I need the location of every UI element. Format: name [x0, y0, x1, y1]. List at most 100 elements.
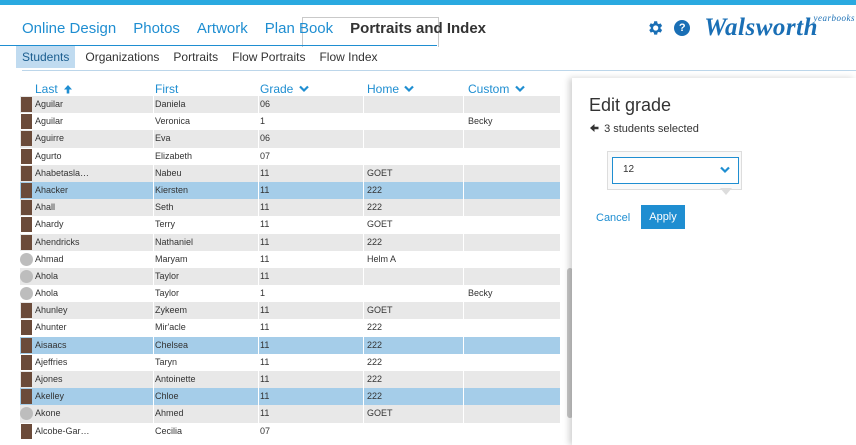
column-divider	[363, 216, 364, 234]
subtab-students[interactable]: Students	[16, 46, 76, 68]
tab-portraits-and-index[interactable]: Portraits and Index	[350, 19, 486, 39]
tab-artwork[interactable]: Artwork	[197, 19, 248, 39]
col-header-first[interactable]: First	[155, 82, 178, 96]
column-divider	[153, 353, 154, 371]
back-link[interactable]: 3 students selected	[589, 123, 699, 135]
table-row[interactable]: Ajeffries Taryn 11 222	[20, 353, 560, 371]
table-row[interactable]: Ahola Taylor 11	[20, 267, 560, 286]
table-row[interactable]: Ahacker Kiersten 11 222	[20, 181, 560, 200]
column-divider	[258, 130, 259, 148]
cell-grade: 07	[260, 425, 271, 436]
subtab-flow-portraits[interactable]: Flow Portraits	[232, 46, 305, 68]
cell-first: Terry	[155, 219, 175, 230]
column-divider	[153, 319, 154, 337]
table-row[interactable]: Ahendricks Nathaniel 11 222	[20, 233, 560, 251]
cell-first: Nabeu	[155, 167, 182, 178]
table-row[interactable]: Ajones Antoinette 11 222	[20, 371, 560, 389]
table-row[interactable]: Aguilar Veronica 1 Becky	[20, 113, 560, 131]
column-divider	[258, 388, 259, 406]
column-divider	[363, 405, 364, 423]
column-divider	[463, 199, 464, 217]
table-row[interactable]: Aguirre Eva 06	[20, 130, 560, 148]
logo-text: Walsworth	[704, 14, 818, 41]
col-header-custom[interactable]: Custom	[468, 82, 525, 96]
col-header-grade-label: Grade	[260, 82, 294, 96]
cell-home: GOET	[367, 219, 393, 230]
cell-grade: 11	[260, 322, 270, 333]
column-divider	[258, 267, 259, 286]
table-row[interactable]: Ahabetasla… Nabeu 11 GOET	[20, 164, 560, 182]
column-divider	[363, 422, 364, 440]
cell-first: Antoinette	[155, 374, 196, 384]
column-divider	[153, 113, 154, 131]
student-photo	[21, 182, 32, 198]
column-divider	[258, 302, 259, 320]
col-header-last[interactable]: Last	[35, 82, 73, 96]
column-divider	[258, 113, 259, 131]
cancel-button[interactable]: Cancel	[596, 212, 630, 224]
tab-online-design[interactable]: Online Design	[22, 19, 116, 39]
student-photo	[21, 303, 32, 319]
cell-first: Taryn	[155, 356, 178, 367]
help-icon[interactable]: ?	[674, 20, 691, 36]
column-divider	[258, 181, 259, 200]
table-row[interactable]: Ahunter Mir'acle 11 222	[20, 319, 560, 337]
col-header-grade[interactable]: Grade	[260, 82, 309, 96]
main-nav: Online Design Photos Artwork Plan Book P…	[0, 5, 856, 47]
placeholder-avatar-icon	[20, 269, 33, 283]
column-divider	[463, 388, 464, 406]
chevron-down-icon	[298, 85, 309, 93]
grade-dropdown[interactable]: 12	[612, 157, 739, 184]
column-divider	[153, 285, 154, 303]
cell-grade: 11	[260, 219, 270, 230]
table-row[interactable]: Aisaacs Chelsea 11 222	[20, 336, 560, 354]
column-divider	[153, 199, 154, 217]
column-divider	[363, 336, 364, 354]
column-divider	[258, 422, 259, 440]
column-divider	[363, 181, 364, 200]
table-row[interactable]: Alcobe-Gar… Cecilia 07	[20, 422, 560, 440]
cell-first: Ahmed	[155, 408, 184, 419]
table-row[interactable]: Ahardy Terry 11 GOET	[20, 216, 560, 234]
cell-first: Cecilia	[155, 425, 183, 436]
cell-last: Ahendricks	[35, 236, 80, 247]
cell-home: 222	[367, 391, 383, 402]
table-row[interactable]: Agurto Elizabeth 07	[20, 147, 560, 165]
subtab-organizations[interactable]: Organizations	[85, 46, 159, 68]
subtab-portraits[interactable]: Portraits	[173, 46, 218, 68]
student-photo	[21, 234, 32, 250]
arrow-up-icon	[64, 85, 73, 94]
table-row[interactable]: Ahall Seth 11 222	[20, 199, 560, 217]
column-divider	[463, 353, 464, 371]
table-row[interactable]: Ahunley Zykeem 11 GOET	[20, 302, 560, 320]
subtab-flow-index[interactable]: Flow Index	[319, 46, 377, 68]
sub-nav: Students Organizations Portraits Flow Po…	[16, 45, 392, 69]
column-divider	[153, 267, 154, 286]
column-divider	[258, 216, 259, 234]
tab-photos[interactable]: Photos	[133, 19, 180, 39]
column-divider	[463, 233, 464, 251]
table-row[interactable]: Ahola Taylor 1 Becky	[20, 285, 560, 303]
cell-home: 222	[367, 322, 383, 333]
column-divider	[258, 285, 259, 303]
table-row[interactable]: Akone Ahmed 11 GOET	[20, 405, 560, 423]
col-header-home[interactable]: Home	[367, 82, 415, 96]
column-divider	[463, 96, 464, 114]
column-divider	[258, 405, 259, 423]
gear-icon[interactable]	[646, 19, 664, 37]
tab-plan-book[interactable]: Plan Book	[265, 19, 333, 39]
cell-first: Nathaniel	[155, 236, 194, 247]
cell-home: 222	[367, 356, 383, 367]
column-divider	[363, 233, 364, 251]
column-divider	[258, 371, 259, 389]
table-row[interactable]: Ahmad Maryam 11 Helm A	[20, 250, 560, 268]
student-photo	[21, 320, 32, 336]
column-divider	[153, 371, 154, 389]
cell-grade: 11	[260, 408, 270, 419]
table-row[interactable]: Akelley Chloe 11 222	[20, 388, 560, 406]
table-row[interactable]: Aguilar Daniela 06	[20, 96, 560, 114]
student-photo	[21, 97, 32, 112]
column-divider	[363, 250, 364, 268]
chevron-down-icon	[404, 85, 415, 93]
apply-button[interactable]: Apply	[641, 205, 685, 229]
